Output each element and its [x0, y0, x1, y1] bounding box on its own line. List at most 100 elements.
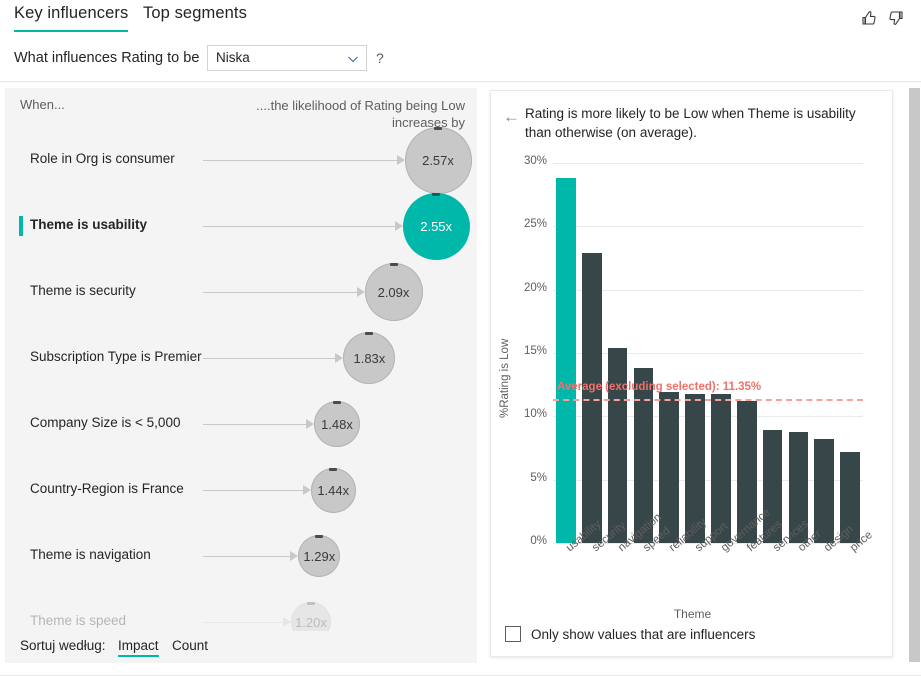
feedback-icons — [858, 8, 907, 28]
connector-line — [203, 424, 306, 425]
y-axis-tick-label: 15% — [523, 345, 547, 357]
tab-bar: Key influencers Top segments — [0, 0, 921, 40]
average-reference-line — [553, 399, 863, 402]
detail-panel-title: Rating is more likely to be Low when The… — [525, 106, 856, 140]
connector-line — [203, 490, 303, 491]
bubble-tick-marker — [432, 192, 441, 196]
chevron-down-icon — [348, 56, 358, 63]
influencer-label: Theme is security — [30, 283, 136, 298]
connector-arrowhead — [335, 353, 344, 363]
thumbs-up-icon[interactable] — [858, 8, 878, 28]
influencer-label: Subscription Type is Premier — [30, 349, 202, 364]
help-icon[interactable]: ? — [376, 50, 384, 66]
bubble-tick-marker — [332, 401, 341, 404]
sort-option-count[interactable]: Count — [172, 638, 208, 653]
rating-value-dropdown[interactable]: Niska — [207, 45, 367, 71]
x-axis-title: Theme — [673, 607, 712, 621]
bubble-tick-marker — [434, 126, 442, 130]
only-influencers-checkbox[interactable] — [505, 626, 521, 642]
influencer-label: Company Size is < 5,000 — [30, 415, 181, 430]
influencer-value: 1.29x — [303, 548, 336, 564]
sort-option-impact[interactable]: Impact — [118, 638, 159, 657]
influencer-value: 1.20x — [295, 614, 327, 630]
only-influencers-checkbox-row[interactable]: Only show values that are influencers — [505, 626, 755, 642]
influencer-row[interactable]: Subscription Type is Premier 1.83x — [5, 326, 477, 392]
chart-bar[interactable] — [814, 439, 835, 543]
sort-by-label: Sortuj według: — [20, 638, 106, 653]
connector-arrowhead — [356, 287, 365, 297]
influencer-row[interactable]: Theme is usability 2.55x — [5, 192, 477, 260]
average-annotation-label: Average (excluding selected): 11.35% — [557, 381, 762, 394]
chart-bar[interactable] — [607, 347, 628, 543]
connector-arrowhead — [396, 155, 405, 165]
scrollbar-thumb[interactable] — [909, 88, 920, 662]
connector-arrowhead — [394, 221, 403, 231]
bubble-tick-marker — [389, 263, 398, 266]
influencer-value: 2.55x — [420, 218, 453, 234]
connector-line — [203, 622, 283, 623]
influencer-value: 2.09x — [377, 284, 410, 300]
bar-series — [553, 163, 863, 543]
influencer-value: 1.48x — [321, 416, 353, 432]
influencer-bubble[interactable]: 2.09x — [364, 263, 423, 321]
connector-line — [203, 556, 291, 557]
y-axis-tick-label: 5% — [530, 471, 547, 484]
influencer-label: Country-Region is France — [30, 481, 184, 496]
y-axis-tick-label: 25% — [523, 218, 547, 231]
header-divider — [0, 81, 921, 82]
influencer-label: Theme is navigation — [30, 547, 151, 562]
connector-arrowhead — [302, 485, 311, 495]
y-axis-tick-label: 30% — [523, 155, 547, 167]
x-axis-tick-labels: usability security navigation speed reliabil… — [553, 506, 875, 603]
sort-bar: Sortuj według: Impact Count — [5, 631, 477, 663]
connector-arrowhead — [283, 617, 291, 627]
y-axis-tick-label: 20% — [523, 281, 547, 294]
influencer-bubble[interactable]: 1.44x — [310, 467, 356, 513]
influencer-row[interactable]: Role in Org is consumer 2.57x — [5, 126, 477, 194]
influencer-label: Role in Org is consumer — [30, 151, 175, 166]
connector-arrowhead — [290, 551, 299, 561]
dropdown-selected-value: Niska — [216, 50, 250, 65]
influencer-row[interactable]: Theme is navigation 1.29x — [5, 524, 477, 590]
influencer-row[interactable]: Company Size is < 5,000 1.48x — [5, 392, 477, 458]
when-column-header: When... — [20, 97, 65, 112]
connector-arrowhead — [305, 419, 314, 429]
question-label: What influences Rating to be — [14, 50, 200, 66]
key-influencers-visual: Key influencers Top segments What influe… — [0, 0, 921, 676]
influencer-value: 1.83x — [353, 350, 386, 366]
thumbs-down-icon[interactable] — [887, 8, 907, 28]
bar-chart: %Rating is Low 30% 25% 20% 15% 10% 5% 0% Avera… — [491, 155, 894, 621]
bubble-tick-marker — [365, 332, 374, 335]
influencer-row[interactable]: Country-Region is France 1.44x — [5, 458, 477, 524]
question-row: What influences Rating to be — [0, 40, 921, 80]
influencers-panel: When... ....the likelihood of Rating bei… — [5, 88, 477, 663]
influencer-label: Theme is speed — [30, 613, 127, 628]
connector-line — [203, 226, 395, 227]
chart-bar[interactable] — [556, 178, 576, 543]
bubble-tick-marker — [315, 535, 324, 538]
influencer-bubble[interactable]: 2.57x — [404, 126, 472, 194]
chart-bar[interactable] — [581, 252, 602, 543]
y-axis-tick-label: 0% — [530, 535, 547, 547]
only-influencers-label: Only show values that are influencers — [531, 626, 756, 642]
influencer-bubble[interactable]: 1.83x — [343, 332, 396, 384]
influencer-row[interactable]: Theme is security 2.09x — [5, 260, 477, 326]
y-axis-title: %Rating is Low — [499, 338, 511, 418]
y-axis-tick-label: 10% — [523, 408, 547, 421]
likelihood-column-header: ....the likelihood of Rating being Low i… — [256, 98, 465, 130]
influencer-label: Theme is usability — [30, 217, 148, 232]
influencer-value: 2.57x — [422, 152, 454, 168]
selected-indicator — [19, 216, 23, 236]
connector-line — [203, 358, 336, 359]
tab-top-segments[interactable]: Top segments — [143, 4, 247, 30]
tab-key-influencers[interactable]: Key influencers — [14, 4, 129, 32]
detail-panel: ← Rating is more likely to be Low when T… — [490, 90, 893, 657]
influencer-list: Role in Org is consumer 2.57x Theme is usa… — [5, 126, 477, 663]
influencer-bubble[interactable]: 1.48x — [313, 401, 360, 447]
influencer-value: 1.44x — [317, 482, 350, 498]
connector-line — [203, 292, 357, 293]
influencer-bubble[interactable]: 1.29x — [298, 535, 341, 577]
influencer-bubble[interactable]: 2.55x — [402, 192, 470, 260]
connector-line — [203, 160, 397, 161]
back-arrow-icon[interactable]: ← — [503, 108, 520, 125]
